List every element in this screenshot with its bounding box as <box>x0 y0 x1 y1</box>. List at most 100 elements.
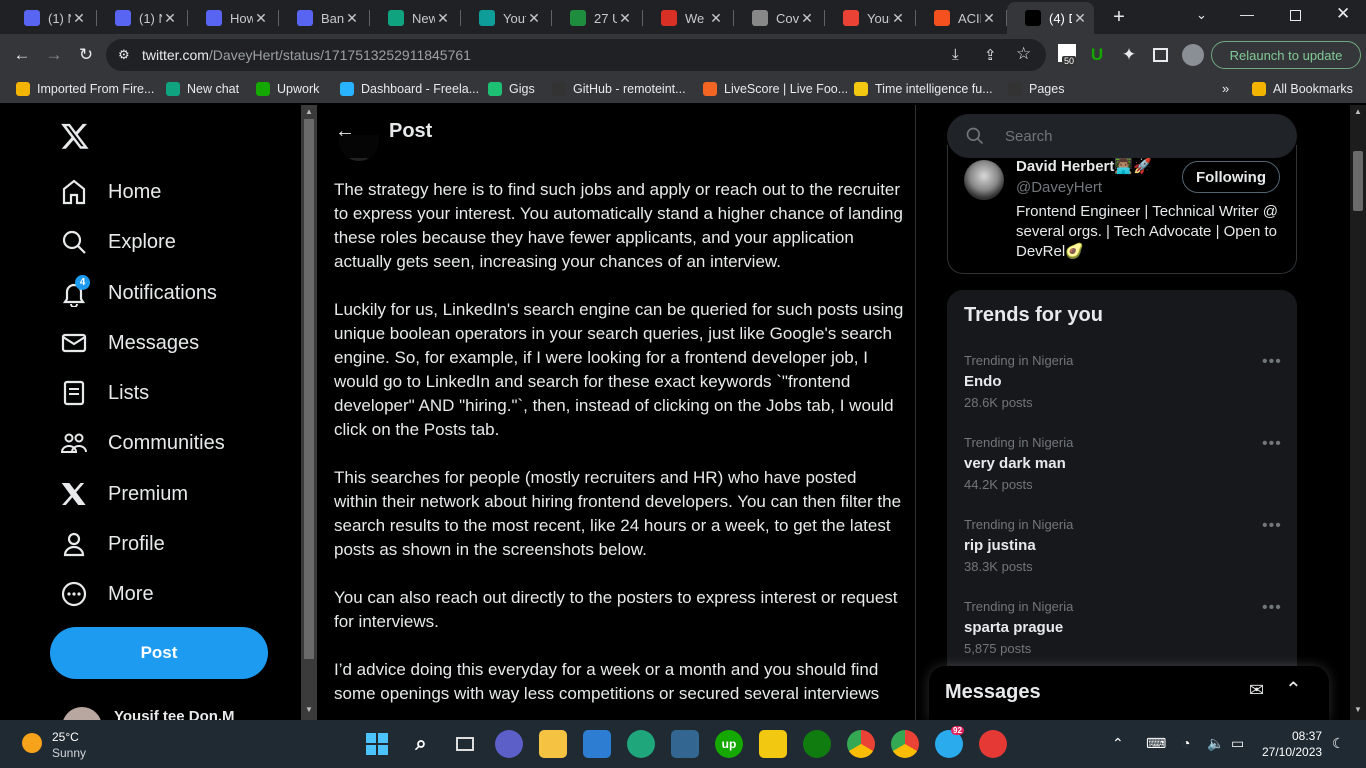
profile-handle[interactable]: @DaveyHert <box>1016 179 1102 196</box>
do-not-disturb-icon[interactable]: ☾ <box>1332 735 1345 752</box>
volume-icon[interactable]: 🔈 <box>1207 735 1224 752</box>
bookmarks-overflow-icon[interactable]: » <box>1222 81 1229 96</box>
clock-date[interactable]: 27/10/2023 <box>1262 745 1322 759</box>
store-icon[interactable] <box>583 730 611 758</box>
upwork-app-icon[interactable]: up <box>715 730 743 758</box>
bookmark-link[interactable]: Time intelligence fu... <box>854 82 993 96</box>
puzzle-icon[interactable]: ✦ <box>1118 44 1140 66</box>
scrollbar-thumb[interactable] <box>1353 151 1363 211</box>
trend-item[interactable]: Trending in Nigeria Endo 28.6K posts ••• <box>947 353 1297 435</box>
browser-tab[interactable]: New ✕ <box>370 4 457 32</box>
bookmark-star-icon[interactable]: ☆ <box>1016 44 1031 64</box>
sidebar-item-premium[interactable]: Premium <box>60 474 188 514</box>
post-button[interactable]: Post <box>50 627 268 679</box>
site-info-icon[interactable]: ⚙ <box>118 47 130 63</box>
file-explorer-icon[interactable] <box>539 730 567 758</box>
back-arrow-icon[interactable]: ← <box>335 120 355 143</box>
relaunch-button[interactable]: Relaunch to update <box>1211 41 1361 69</box>
install-icon[interactable]: ⤓ <box>952 46 959 63</box>
tab-search-icon[interactable]: ⌄ <box>1196 7 1207 23</box>
browser-tab[interactable]: 27 U ✕ <box>552 4 639 32</box>
sidebar-item-messages[interactable]: Messages <box>60 323 199 363</box>
browser-tab[interactable]: Bans✕ <box>279 4 366 32</box>
screen-recorder-icon[interactable] <box>979 730 1007 758</box>
more-options-icon[interactable]: ••• <box>1262 353 1282 371</box>
close-tab-icon[interactable]: ✕ <box>708 10 724 27</box>
messages-drawer[interactable]: Messages ✉ ⌃ <box>929 666 1329 720</box>
xbox-icon[interactable] <box>803 730 831 758</box>
meet-icon[interactable] <box>495 730 523 758</box>
browser-tab[interactable]: Your✕ <box>825 4 912 32</box>
close-tab-icon[interactable]: ✕ <box>253 10 269 27</box>
edge-icon[interactable] <box>627 730 655 758</box>
sidebar-item-more[interactable]: More <box>60 574 154 614</box>
scroll-up-arrow-icon[interactable]: ▲ <box>1354 107 1362 116</box>
browser-tab[interactable]: (1) N✕ <box>97 4 184 32</box>
scroll-up-arrow-icon[interactable]: ▲ <box>305 107 313 116</box>
close-tab-icon[interactable]: ✕ <box>1072 10 1088 27</box>
wifi-icon[interactable]: ◔ <box>1182 735 1190 751</box>
profile-avatar[interactable] <box>1182 44 1204 66</box>
sidebar-item-profile[interactable]: Profile <box>60 524 165 564</box>
task-view-icon[interactable] <box>451 730 479 758</box>
close-tab-icon[interactable]: ✕ <box>435 10 451 27</box>
upwork-extension-icon[interactable]: U <box>1086 44 1108 66</box>
battery-icon[interactable]: ▭ <box>1231 735 1244 752</box>
close-tab-icon[interactable]: ✕ <box>617 10 633 27</box>
trend-item[interactable]: Trending in Nigeria very dark man 44.2K po… <box>947 435 1297 517</box>
clock-time[interactable]: 08:37 <box>1292 729 1322 743</box>
chrome-profile-icon[interactable] <box>891 730 919 758</box>
back-icon[interactable]: ← <box>11 44 33 66</box>
sidebar-item-communities[interactable]: Communities <box>60 423 225 463</box>
avatar[interactable] <box>964 160 1004 200</box>
browser-tab[interactable]: Yout✕ <box>461 4 548 32</box>
browser-tab[interactable]: (4) D✕ <box>1007 2 1094 34</box>
browser-tab[interactable]: We (✕ <box>643 4 730 32</box>
bookmark-link[interactable]: Gigs <box>488 82 535 96</box>
address-bar[interactable]: ⚙ twitter.com/DaveyHert/status/171751325… <box>106 39 1046 71</box>
trend-item[interactable]: Trending in Nigeria rip justina 38.3K post… <box>947 517 1297 599</box>
more-options-icon[interactable]: ••• <box>1262 599 1282 617</box>
left-scrollbar[interactable]: ▲ ▼ <box>301 105 317 720</box>
postgres-icon[interactable] <box>671 730 699 758</box>
bookmark-link[interactable]: GitHub - remoteint... <box>552 82 686 96</box>
start-button[interactable] <box>363 730 391 758</box>
browser-tab[interactable]: (1) N✕ <box>6 4 93 32</box>
power-bi-icon[interactable] <box>759 730 787 758</box>
extension-icon[interactable]: 50 <box>1058 44 1077 66</box>
tray-overflow-icon[interactable]: ⌃ <box>1112 735 1124 752</box>
side-panel-icon[interactable] <box>1153 48 1168 62</box>
share-icon[interactable]: ⇪ <box>984 46 997 64</box>
sidebar-item-home[interactable]: Home <box>60 172 161 212</box>
sidebar-item-notifications[interactable]: Notifications 4 <box>60 273 217 313</box>
close-tab-icon[interactable]: ✕ <box>799 10 815 27</box>
close-tab-icon[interactable]: ✕ <box>344 10 360 27</box>
page-scrollbar[interactable]: ▲ ▼ <box>1350 105 1366 720</box>
reload-icon[interactable]: ↻ <box>75 44 97 66</box>
x-logo-icon[interactable] <box>60 121 92 153</box>
close-tab-icon[interactable]: ✕ <box>526 10 542 27</box>
browser-tab[interactable]: How ✕ <box>188 4 275 32</box>
new-tab-button[interactable]: + <box>1108 6 1130 28</box>
scrollbar-thumb[interactable] <box>304 119 314 659</box>
close-tab-icon[interactable]: ✕ <box>981 10 997 27</box>
close-window-button[interactable]: ✕ <box>1336 4 1350 24</box>
bookmark-link[interactable]: Dashboard - Freela... <box>340 82 479 96</box>
bookmark-link[interactable]: Upwork <box>256 82 319 96</box>
bookmark-link[interactable]: Pages <box>1008 82 1064 96</box>
minimize-button[interactable]: — <box>1240 6 1254 22</box>
account-avatar[interactable] <box>62 707 102 720</box>
sidebar-item-explore[interactable]: Explore <box>60 222 176 262</box>
browser-tab[interactable]: ACIE✕ <box>916 4 1003 32</box>
sidebar-item-lists[interactable]: Lists <box>60 373 149 413</box>
bookmark-link[interactable]: Imported From Fire... <box>16 82 154 96</box>
more-options-icon[interactable]: ••• <box>1262 517 1282 535</box>
scroll-down-arrow-icon[interactable]: ▼ <box>305 705 313 714</box>
chrome-icon[interactable] <box>847 730 875 758</box>
more-options-icon[interactable]: ••• <box>1262 435 1282 453</box>
expand-icon[interactable]: ⌃ <box>1285 677 1302 702</box>
account-name[interactable]: Yousif tee Don.M <box>114 708 235 720</box>
bookmark-link[interactable]: New chat <box>166 82 239 96</box>
new-message-icon[interactable]: ✉ <box>1249 680 1264 701</box>
restore-button[interactable] <box>1290 10 1301 21</box>
